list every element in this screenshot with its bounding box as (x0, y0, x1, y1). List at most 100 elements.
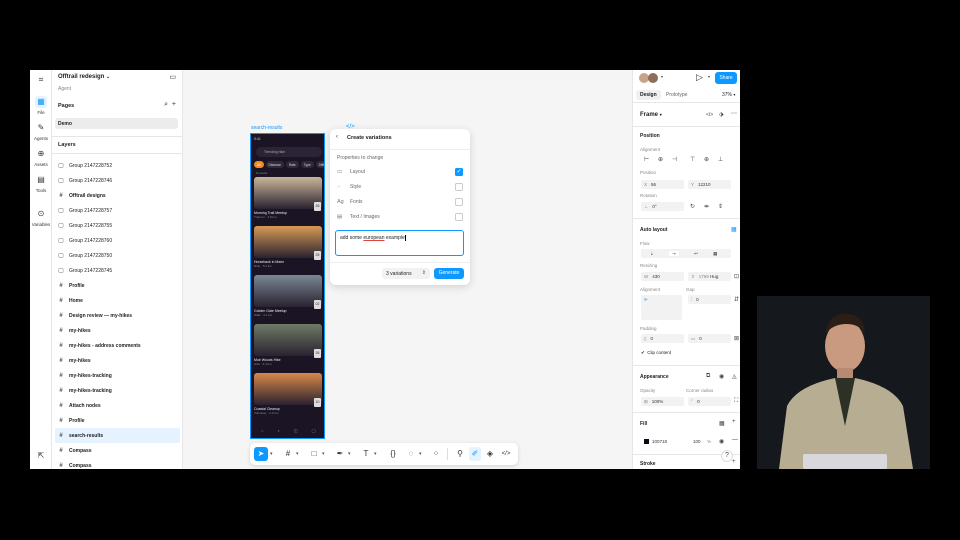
layer-row[interactable]: # Profile (55, 413, 180, 428)
layer-row[interactable]: # my-hikes (55, 323, 180, 338)
remove-fill-icon[interactable]: — (732, 437, 738, 443)
back-icon[interactable]: ‹ (336, 134, 338, 140)
checkbox-checked-icon[interactable]: ✔ (641, 350, 645, 355)
eye-icon[interactable]: ◉ (719, 438, 724, 445)
layer-row[interactable]: # my-hikes-tracking (55, 368, 180, 383)
project-title[interactable]: Offtrail redesign ⌄ (58, 74, 110, 80)
design-mode-icon[interactable]: ✐ (469, 447, 481, 461)
layer-row[interactable]: # Design review — my-hikes (55, 308, 180, 323)
pen-tool-icon[interactable]: ✒ (334, 447, 346, 461)
rail-agents[interactable]: ✎ Agents (30, 122, 52, 141)
x-input[interactable]: X 56 (641, 180, 684, 189)
move-tool-icon[interactable]: ➤ (254, 447, 268, 461)
flow-horizontal-icon[interactable]: ⇢ (669, 251, 679, 256)
property-checkbox[interactable] (455, 198, 463, 206)
eye-icon[interactable]: ◉ (719, 373, 724, 380)
chevron-down-icon[interactable]: ▾ (322, 447, 325, 461)
rail-assets[interactable]: ⊕ Assets (30, 148, 52, 167)
align-right-icon[interactable]: ⊣ (672, 156, 677, 163)
search-icon[interactable]: ⌕ (164, 101, 168, 108)
code-mode-icon[interactable]: </> (499, 447, 513, 461)
property-checkbox[interactable]: ✓ (455, 168, 463, 176)
text-tool-icon[interactable]: T (360, 447, 372, 461)
align-top-icon[interactable]: ⊤ (690, 156, 695, 163)
property-row[interactable]: Ag Fonts (337, 197, 463, 207)
rail-file[interactable]: ▦ File (30, 96, 52, 115)
code-icon[interactable]: </> (706, 112, 713, 118)
canvas[interactable]: search-results </> 9:41 Trending hike Al… (183, 70, 632, 469)
fill-color-input[interactable]: 100718 100% (641, 437, 711, 446)
resize-constraints-icon[interactable]: ⊡ (734, 273, 739, 280)
padding-horizontal-input[interactable]: ▯ 0 (641, 334, 684, 343)
tab-prototype[interactable]: Prototype (666, 92, 687, 98)
dev-mode-icon[interactable]: ⚲ (454, 447, 466, 461)
figma-logo-icon[interactable]: ⌗ (35, 74, 47, 86)
layer-row[interactable]: ▢ Group 2147228746 (55, 173, 180, 188)
alignment-grid[interactable]: ⊫ (641, 295, 682, 320)
layer-row[interactable]: ▢ Group 2147228757 (55, 203, 180, 218)
rail-tools[interactable]: ▤ Tools (30, 174, 52, 193)
chevron-down-icon[interactable]: ▾ (661, 74, 663, 79)
layer-row[interactable]: # Profile (55, 278, 180, 293)
layer-row[interactable]: # Compass (55, 443, 180, 458)
page-item-demo[interactable]: Demo (55, 118, 178, 129)
blend-icon[interactable]: ◬ (732, 373, 737, 380)
chevron-down-icon[interactable]: ▾ (348, 447, 351, 461)
layer-row[interactable]: ▢ Group 2147228745 (55, 263, 180, 278)
agents-icon[interactable]: ✎ (35, 122, 47, 134)
help-icon[interactable]: ? (721, 450, 733, 462)
code-braces-icon[interactable]: {} (386, 447, 400, 461)
add-fill-icon[interactable]: + (732, 419, 736, 425)
avatar[interactable] (648, 73, 658, 83)
align-left-icon[interactable]: ⊢ (644, 156, 649, 163)
align-center-h-icon[interactable]: ⊕ (658, 156, 663, 163)
align-bottom-icon[interactable]: ⊥ (718, 156, 723, 163)
layer-row[interactable]: # Compass (55, 458, 180, 469)
file-icon[interactable]: ▦ (35, 96, 47, 108)
layer-row[interactable]: # Home (55, 293, 180, 308)
flow-selector[interactable]: ⇣ ⇢ ↩ ▦ (641, 249, 731, 258)
component-icon[interactable]: ⬗ (719, 111, 724, 118)
y-input[interactable]: Y 12210 (688, 180, 731, 189)
comment-tool-icon[interactable]: ◌ (405, 447, 417, 461)
gap-settings-icon[interactable]: ⇵ (734, 296, 739, 303)
height-input[interactable]: ⇕ 1769 Hug (688, 272, 731, 281)
flip-horizontal-icon[interactable]: ⇹ (704, 203, 709, 210)
figma-menu[interactable]: ⌗ (30, 74, 52, 88)
layer-row[interactable]: ▢ Group 2147228760 (55, 233, 180, 248)
rotation-input[interactable]: ∟ 0° (641, 202, 684, 211)
flow-grid-icon[interactable]: ▦ (713, 251, 717, 256)
padding-vertical-input[interactable]: ▭ 0 (688, 334, 731, 343)
tab-design[interactable]: Design (636, 90, 661, 100)
fill-styles-icon[interactable]: ▦ (719, 420, 725, 427)
property-row[interactable]: ▤ Text / Images (337, 212, 463, 222)
property-row[interactable]: ▭ Layout ✓ (337, 167, 463, 177)
rectangle-tool-icon[interactable]: □ (308, 447, 320, 461)
corner-radius-input[interactable]: ⌜ 0 (688, 397, 731, 406)
flow-wrap-icon[interactable]: ↩ (694, 251, 698, 256)
assets-icon[interactable]: ⊕ (35, 148, 47, 160)
gap-input[interactable]: ⫶ 0 (688, 295, 731, 304)
prototype-mode-icon[interactable]: ◈ (484, 447, 496, 461)
layer-row[interactable]: ▢ Group 2147228755 (55, 218, 180, 233)
share-button[interactable]: Share (715, 72, 737, 84)
more-icon[interactable]: ⋯ (731, 110, 737, 117)
layer-row[interactable]: # search-results (55, 428, 180, 443)
chevron-down-icon[interactable]: ▾ (708, 74, 710, 79)
opacity-input[interactable]: ⊞ 100% (641, 397, 684, 406)
export-icon[interactable]: ⇱ (35, 450, 47, 462)
actions-icon[interactable]: ⁘ (430, 447, 442, 461)
flip-vertical-icon[interactable]: ⇕ (718, 203, 723, 210)
chevron-down-icon[interactable]: ▾ (419, 447, 422, 461)
layer-row[interactable]: # Attach nodes (55, 398, 180, 413)
align-middle-icon[interactable]: ⊕ (704, 156, 709, 163)
search-results-frame[interactable]: 9:41 Trending hike All Distance Rate Type Di… (250, 133, 325, 439)
layer-row[interactable]: ▢ Group 2147228752 (55, 158, 180, 173)
property-checkbox[interactable] (455, 213, 463, 221)
add-page-icon[interactable]: + (172, 101, 176, 108)
frame-label[interactable]: search-results (251, 125, 282, 131)
corner-individual-icon[interactable]: ⛶ (734, 398, 738, 405)
layer-row[interactable]: # my-hikes-tracking (55, 383, 180, 398)
flow-vertical-icon[interactable]: ⇣ (650, 251, 654, 256)
present-icon[interactable]: ▷ (696, 72, 703, 83)
